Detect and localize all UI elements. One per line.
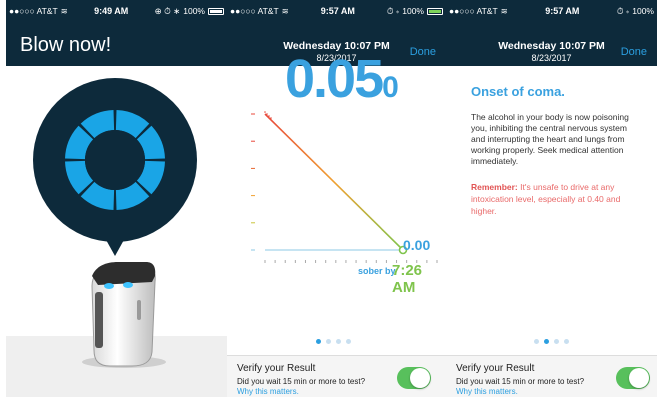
battery-percent: 100% bbox=[402, 6, 424, 16]
page-indicator[interactable] bbox=[316, 339, 351, 344]
clock: 9:57 AM bbox=[320, 6, 355, 16]
remember-label: Remember: bbox=[471, 182, 518, 192]
page-dot[interactable] bbox=[554, 339, 559, 344]
screen-bac-info: ●●○○○ AT&T ≋ 9:57 AM ⏱ ∗ 100% Wednesday 1… bbox=[446, 0, 657, 397]
remember-warning: Remember: It's unsafe to drive at any in… bbox=[471, 181, 641, 217]
sober-by-label: sober by bbox=[358, 266, 396, 276]
carrier-label: ●●○○○ AT&T bbox=[230, 6, 279, 16]
done-button[interactable]: Done bbox=[621, 46, 647, 58]
page-dot[interactable] bbox=[534, 339, 539, 344]
wifi-icon: ≋ bbox=[500, 5, 508, 16]
start-point bbox=[270, 117, 272, 119]
verify-panel: Verify your Result Did you wait 15 min o… bbox=[227, 355, 446, 397]
page-dot[interactable] bbox=[346, 339, 351, 344]
verify-question: Did you wait 15 min or more to test? bbox=[456, 377, 585, 386]
carrier-label: ●●○○○ AT&T bbox=[449, 6, 498, 16]
page-dot[interactable] bbox=[316, 339, 321, 344]
why-this-matters-link[interactable]: Why this matters. bbox=[456, 387, 518, 396]
page-dot[interactable] bbox=[564, 339, 569, 344]
done-button[interactable]: Done bbox=[410, 46, 436, 58]
verify-question: Did you wait 15 min or more to test? bbox=[237, 377, 366, 386]
breathalyzer-device bbox=[82, 262, 166, 368]
start-point bbox=[268, 115, 270, 117]
status-bar: ●●○○○ AT&T ≋ 9:57 AM ⏱ ∗ 100% bbox=[227, 0, 446, 22]
toggle-knob bbox=[410, 368, 430, 388]
status-bar: ●●○○○ AT&T ≋ 9:57 AM ⏱ ∗ 100% bbox=[446, 0, 657, 22]
status-icons: ⏱ ∗ bbox=[386, 5, 400, 16]
bac-chart bbox=[251, 111, 438, 263]
clock: 9:57 AM bbox=[545, 6, 580, 16]
start-point bbox=[264, 111, 266, 113]
header-bar: Wednesday 10:07 PM 8/23/2017 Done bbox=[446, 22, 657, 66]
page-dot[interactable] bbox=[326, 339, 331, 344]
start-point bbox=[266, 113, 268, 115]
verify-panel: Verify your Result Did you wait 15 min o… bbox=[446, 355, 657, 397]
battery-icon bbox=[427, 7, 443, 15]
page-dot[interactable] bbox=[336, 339, 341, 344]
battery-percent: 100% bbox=[632, 6, 654, 16]
status-icons: ⏱ ∗ bbox=[616, 5, 630, 16]
verify-toggle[interactable] bbox=[397, 367, 431, 389]
sober-time: 7:26 AM bbox=[392, 262, 423, 296]
bac-level-description: The alcohol in your body is now poisonin… bbox=[471, 112, 629, 166]
verify-title: Verify your Result bbox=[237, 363, 316, 374]
page-indicator[interactable] bbox=[534, 339, 569, 344]
screen-bac-chart: ●●○○○ AT&T ≋ 9:57 AM ⏱ ∗ 100% Wednesday 1… bbox=[227, 0, 446, 397]
bac-level-heading: Onset of coma. bbox=[471, 84, 565, 99]
verify-title: Verify your Result bbox=[456, 363, 535, 374]
screen-blow-now: ●●○○○ AT&T ≋ 9:49 AM ⊕ ⏱ ∗ 100% Blow now! bbox=[6, 0, 227, 397]
verify-toggle[interactable] bbox=[616, 367, 650, 389]
toggle-knob bbox=[629, 368, 649, 388]
why-this-matters-link[interactable]: Why this matters. bbox=[237, 387, 299, 396]
end-bac-label: 0.00 bbox=[403, 237, 431, 253]
page-dot[interactable] bbox=[544, 339, 549, 344]
bac-line bbox=[264, 113, 404, 251]
wifi-icon: ≋ bbox=[281, 5, 289, 16]
